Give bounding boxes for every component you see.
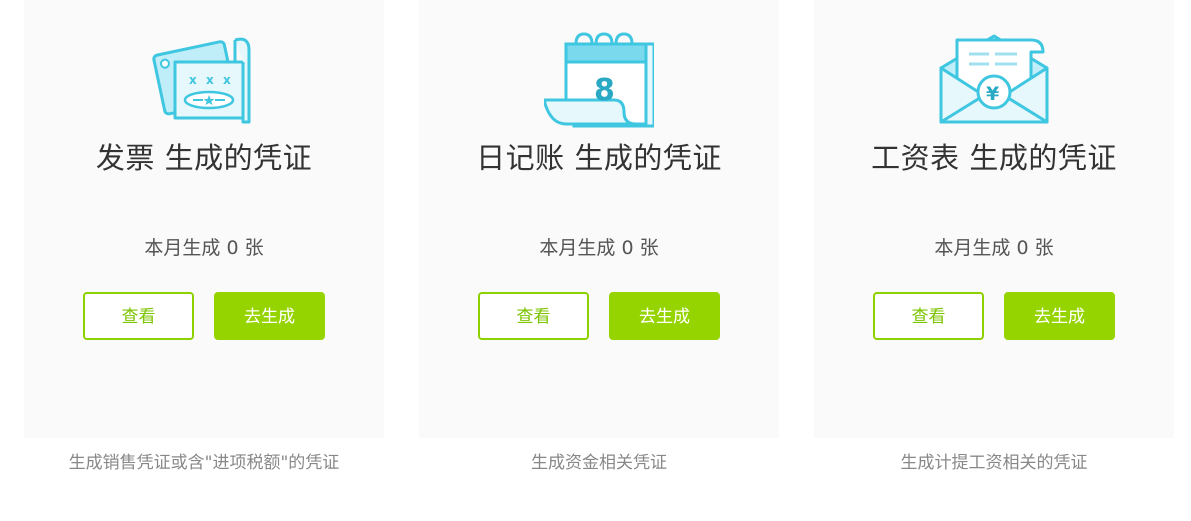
card-journal-column: 8 日记账 生成的凭证 本月生成 0 张 查看 去生成 生成资金相关凭证 bbox=[419, 0, 779, 521]
generate-button[interactable]: 去生成 bbox=[609, 292, 720, 340]
svg-text:x: x bbox=[206, 73, 214, 87]
card-description: 生成资金相关凭证 bbox=[531, 453, 667, 473]
journal-calendar-icon: 8 bbox=[544, 32, 654, 128]
card-description: 生成销售凭证或含"进项税额"的凭证 bbox=[68, 453, 340, 473]
monthly-count-text: 本月生成 0 张 bbox=[934, 237, 1054, 259]
svg-text:x: x bbox=[223, 73, 231, 87]
generate-button[interactable]: 去生成 bbox=[214, 292, 325, 340]
card-payroll-column: ¥ 工资表 生成的凭证 本月生成 0 张 查看 去生成 生成计提工资相关的凭证 bbox=[814, 0, 1174, 521]
view-button[interactable]: 查看 bbox=[478, 292, 589, 340]
invoice-icon: x x x bbox=[152, 37, 251, 124]
view-button[interactable]: 查看 bbox=[83, 292, 194, 340]
card-invoice: x x x 发票 生成的凭证 本月生成 0 张 查看 去生成 bbox=[24, 0, 384, 438]
card-title: 发票 生成的凭证 bbox=[95, 141, 313, 175]
card-journal: 8 日记账 生成的凭证 本月生成 0 张 查看 去生成 bbox=[419, 0, 779, 438]
voucher-generation-panel: x x x 发票 生成的凭证 本月生成 0 张 查看 去生成 生成销售凭证或含"… bbox=[0, 0, 1191, 521]
monthly-count-text: 本月生成 0 张 bbox=[539, 237, 659, 259]
card-invoice-column: x x x 发票 生成的凭证 本月生成 0 张 查看 去生成 生成销售凭证或含"… bbox=[24, 0, 384, 521]
payroll-envelope-icon: ¥ bbox=[939, 34, 1049, 124]
card-payroll: ¥ 工资表 生成的凭证 本月生成 0 张 查看 去生成 bbox=[814, 0, 1174, 438]
card-description: 生成计提工资相关的凭证 bbox=[900, 453, 1088, 473]
view-button[interactable]: 查看 bbox=[873, 292, 984, 340]
svg-text:¥: ¥ bbox=[986, 83, 999, 105]
card-title: 日记账 生成的凭证 bbox=[476, 141, 722, 175]
card-title: 工资表 生成的凭证 bbox=[871, 141, 1117, 175]
generate-button[interactable]: 去生成 bbox=[1004, 292, 1115, 340]
svg-text:x: x bbox=[189, 73, 197, 87]
monthly-count-text: 本月生成 0 张 bbox=[144, 237, 264, 259]
svg-text:8: 8 bbox=[594, 73, 615, 108]
